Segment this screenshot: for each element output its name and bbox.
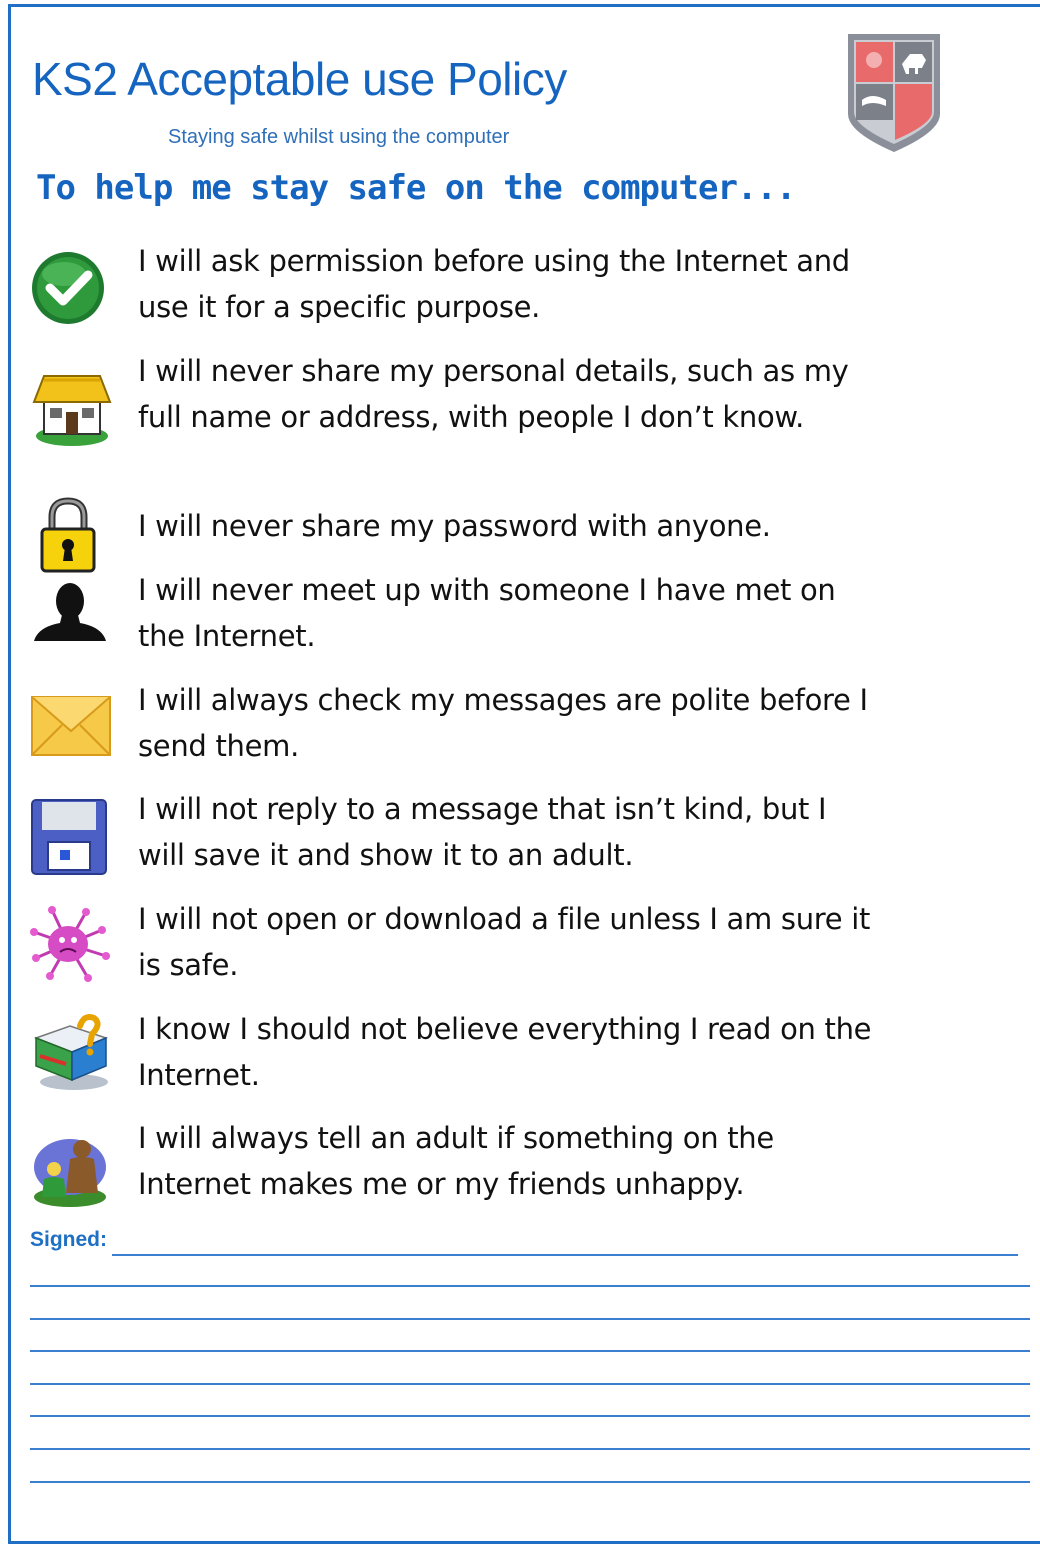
rule-text: I will ask permission before using the I…: [138, 244, 850, 324]
envelope-icon: [30, 683, 114, 767]
writing-line[interactable]: [30, 1481, 1030, 1483]
writing-line[interactable]: [30, 1318, 1030, 1320]
book-question-icon: [30, 1012, 114, 1096]
writing-line[interactable]: [30, 1383, 1030, 1385]
intro-heading: To help me stay safe on the computer...: [36, 168, 796, 208]
school-crest-icon: [842, 28, 948, 156]
rule-text: I will always tell an adult if something…: [138, 1121, 774, 1201]
adult-child-icon: [30, 1127, 114, 1211]
writing-line[interactable]: [30, 1350, 1030, 1352]
person-silhouette-icon: [30, 575, 114, 659]
padlock-icon: [28, 493, 112, 577]
signature-line[interactable]: [112, 1254, 1018, 1256]
floppy-disk-icon: [30, 794, 114, 878]
writing-line[interactable]: [30, 1448, 1030, 1450]
rule-text: I will not reply to a message that isn’t…: [138, 792, 827, 872]
writing-line[interactable]: [30, 1415, 1030, 1417]
house-icon: [30, 366, 114, 450]
signed-label: Signed:: [30, 1228, 107, 1251]
page-border: [8, 4, 1040, 1544]
rule-text: I will never meet up with someone I have…: [138, 573, 836, 653]
rule-text: I will always check my messages are poli…: [138, 683, 868, 763]
page-subtitle: Staying safe whilst using the computer: [168, 126, 510, 148]
check-mark-icon: [28, 244, 112, 328]
rule-text: I will never share my personal details, …: [138, 354, 849, 434]
rule-text: I know I should not believe everything I…: [138, 1012, 872, 1092]
rule-text: I will never share my password with anyo…: [138, 509, 771, 543]
page-title: KS2 Acceptable use Policy: [32, 53, 567, 105]
writing-line[interactable]: [30, 1285, 1030, 1287]
rule-text: I will not open or download a file unles…: [138, 902, 871, 982]
virus-icon: [28, 902, 112, 986]
